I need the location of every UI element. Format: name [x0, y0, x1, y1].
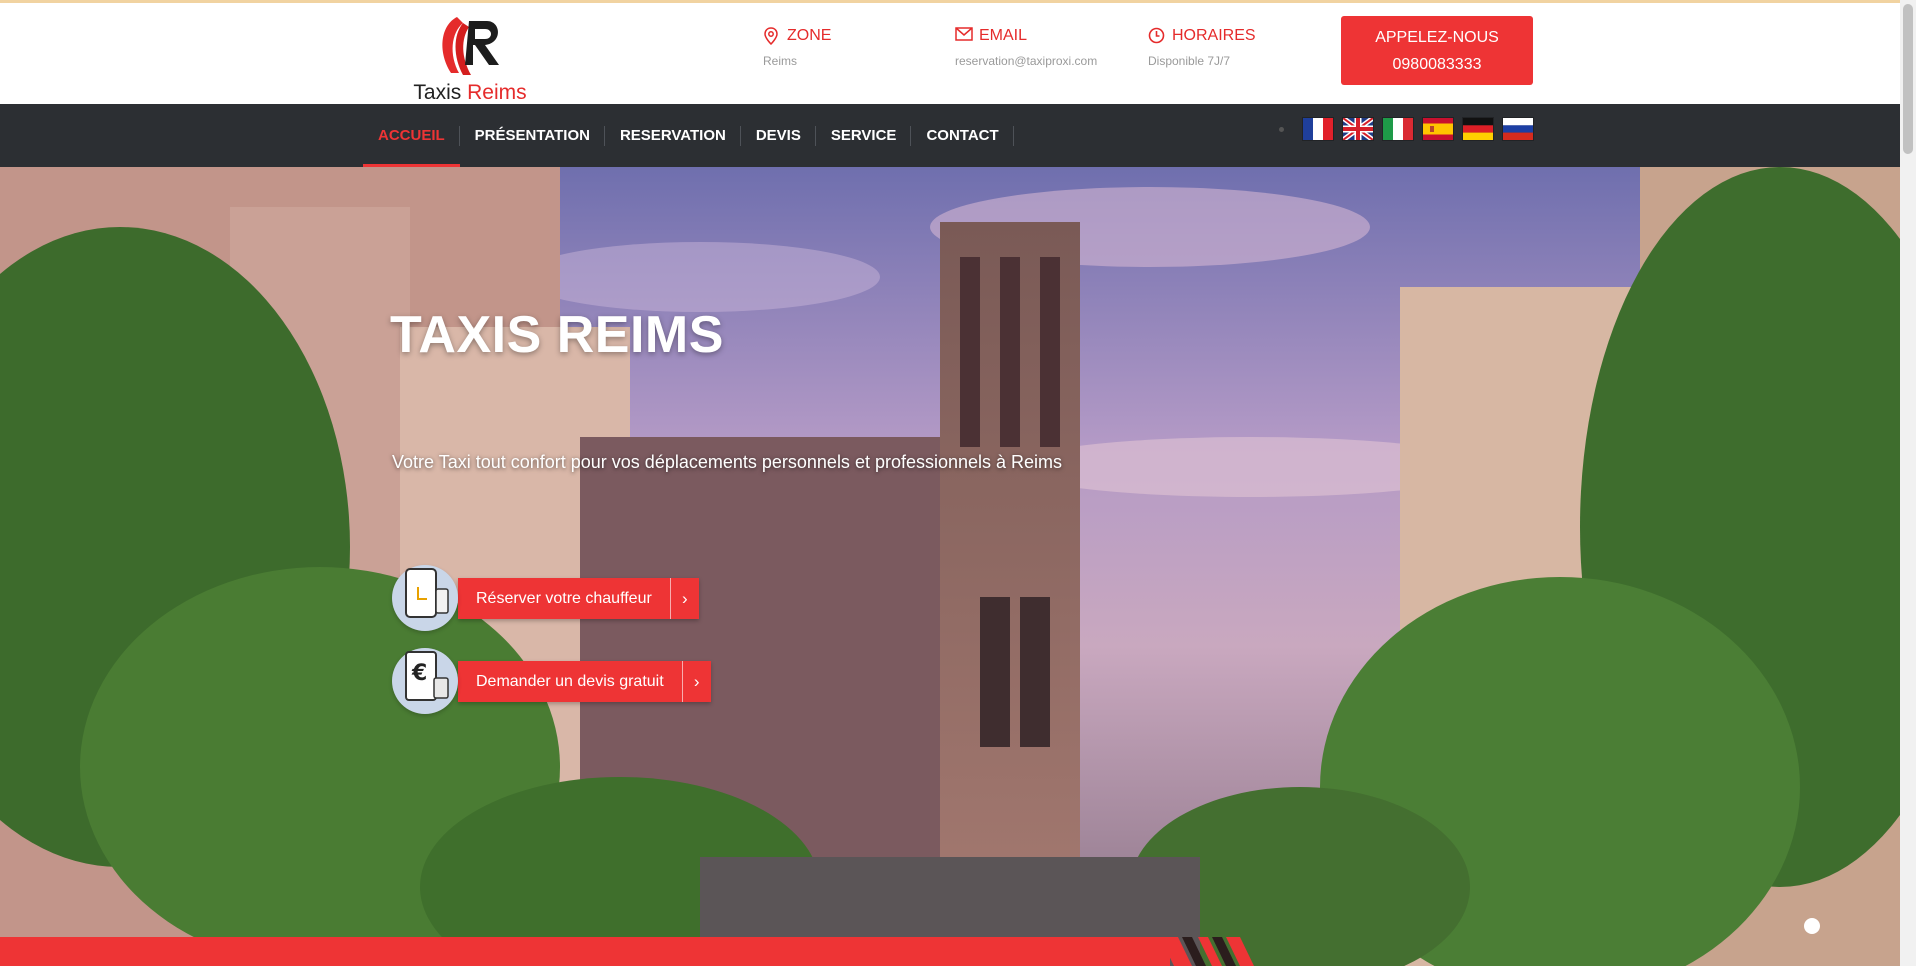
site-header: Taxis Reims ZONE Reims EMAIL reservation… — [0, 3, 1900, 104]
euro-tablet-icon: € — [392, 648, 458, 714]
zone-info: ZONE Reims — [763, 27, 831, 68]
svg-text:€: € — [411, 661, 427, 686]
email-value[interactable]: reservation@taxiproxi.com — [955, 54, 1097, 68]
main-nav: ACCUEIL PRÉSENTATION RESERVATION DEVIS S… — [0, 104, 1900, 167]
request-quote-button[interactable]: Demander un devis gratuit › — [458, 660, 711, 702]
location-pin-icon — [763, 27, 781, 45]
logo[interactable]: Taxis Reims — [405, 11, 535, 104]
call-button[interactable]: APPELEZ-NOUS 0980083333 — [1341, 16, 1533, 85]
zone-value: Reims — [763, 54, 798, 68]
cta-quote-row: € Demander un devis gratuit › — [392, 648, 711, 714]
nav-item-contact[interactable]: CONTACT — [911, 104, 1014, 167]
chevron-right-icon: › — [681, 660, 711, 702]
nav-item-service[interactable]: SERVICE — [816, 104, 912, 167]
spanish-flag-icon[interactable] — [1423, 118, 1453, 140]
french-flag-icon[interactable] — [1303, 118, 1333, 140]
logo-mark-icon — [442, 17, 499, 75]
band-stripes-decoration — [1160, 937, 1254, 966]
request-quote-label: Demander un devis gratuit — [476, 672, 664, 690]
email-info: EMAIL reservation@taxiproxi.com — [955, 27, 1097, 68]
nav-item-reservation[interactable]: RESERVATION — [605, 104, 741, 167]
logo-text: Taxis Reims — [405, 81, 535, 105]
nav-item-devis[interactable]: DEVIS — [741, 104, 816, 167]
german-flag-icon[interactable] — [1463, 118, 1493, 140]
nav-menu: ACCUEIL PRÉSENTATION RESERVATION DEVIS S… — [363, 104, 1014, 167]
chevron-right-icon: › — [669, 577, 699, 619]
call-phone: 0980083333 — [1392, 56, 1482, 73]
hero-slider: TAXIS REIMS Votre Taxi tout confort pour… — [0, 167, 1900, 966]
page-scrollbar[interactable] — [1900, 0, 1916, 966]
scrollbar-thumb[interactable] — [1903, 4, 1913, 154]
hero-background-image — [0, 167, 1900, 966]
clock-icon — [1148, 27, 1166, 45]
envelope-icon — [955, 27, 973, 45]
logo-text-prefix: Taxis — [413, 81, 462, 104]
nav-item-accueil[interactable]: ACCUEIL — [363, 104, 460, 167]
hero-subtitle: Votre Taxi tout confort pour vos déplace… — [392, 452, 1063, 472]
bottom-red-band — [0, 937, 1170, 966]
uk-flag-icon[interactable] — [1343, 118, 1373, 140]
email-title: EMAIL — [979, 27, 1028, 44]
nav-item-presentation[interactable]: PRÉSENTATION — [460, 104, 606, 167]
russian-flag-icon[interactable] — [1503, 118, 1533, 140]
hours-value: Disponible 7J/7 — [1148, 54, 1231, 68]
call-label: APPELEZ-NOUS — [1375, 29, 1499, 46]
italian-flag-icon[interactable] — [1383, 118, 1413, 140]
book-driver-label: Réserver votre chauffeur — [476, 589, 652, 607]
hero-title: TAXIS REIMS — [390, 306, 724, 364]
hours-title: HORAIRES — [1172, 27, 1256, 44]
hours-info: HORAIRES Disponible 7J/7 — [1148, 27, 1256, 68]
cta-book-row: Réserver votre chauffeur › — [392, 565, 699, 631]
zone-title: ZONE — [787, 27, 832, 44]
phone-clock-icon — [392, 565, 458, 631]
book-driver-button[interactable]: Réserver votre chauffeur › — [458, 577, 699, 619]
logo-text-accent: Reims — [467, 81, 527, 104]
slider-dot[interactable] — [1804, 918, 1820, 934]
language-selector — [1303, 118, 1533, 140]
nav-dot — [1279, 127, 1284, 132]
